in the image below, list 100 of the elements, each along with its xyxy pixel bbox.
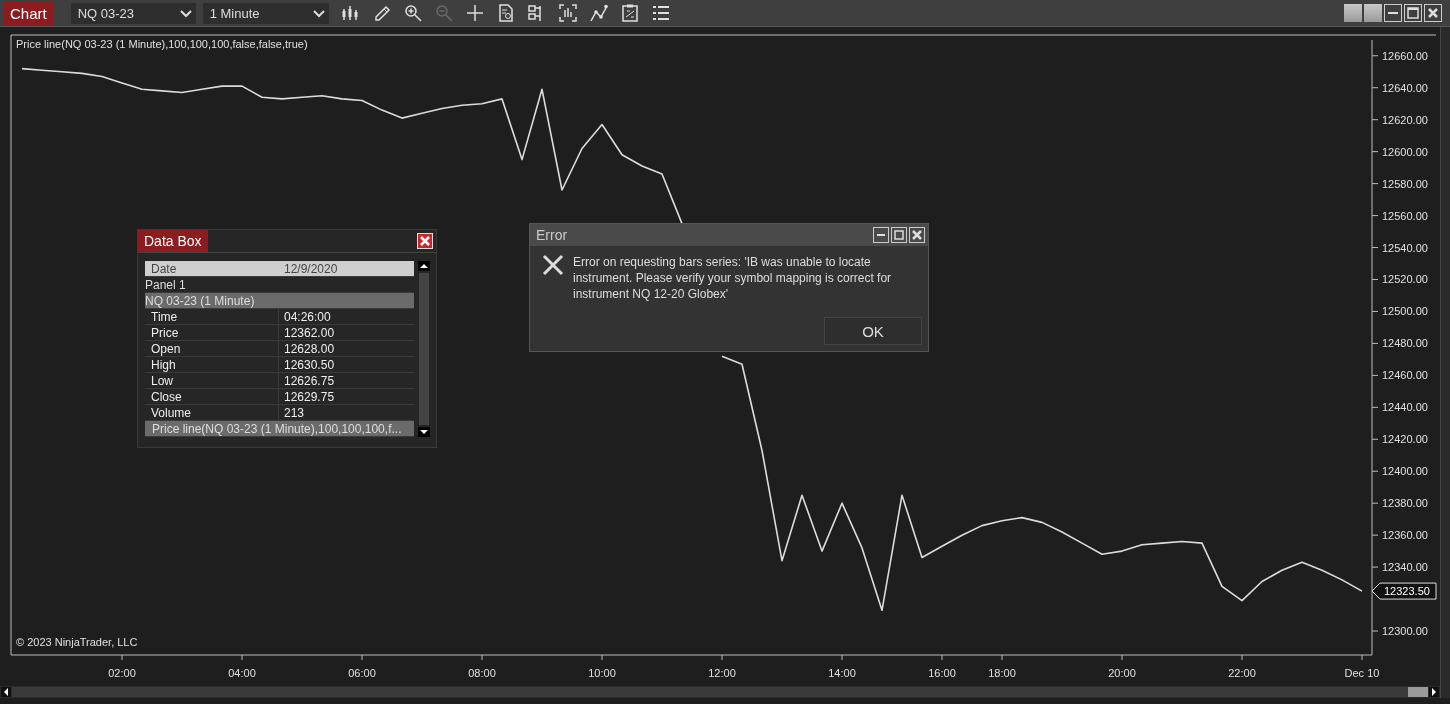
x-axis-label: Dec 10 xyxy=(1344,667,1380,679)
y-axis-label: 12520.00 xyxy=(1382,273,1428,286)
table-cell: Close xyxy=(145,389,279,404)
close-icon xyxy=(419,235,431,247)
close-button[interactable] xyxy=(417,233,433,249)
y-axis-label: 12300.00 xyxy=(1382,625,1428,638)
y-axis-label: 12620.00 xyxy=(1382,113,1428,126)
scroll-up-button[interactable] xyxy=(418,261,430,271)
crosshair-button[interactable] xyxy=(464,3,485,23)
x-axis-label: 12:00 xyxy=(708,667,736,679)
copyright-text: © 2023 NinjaTrader, LLC xyxy=(16,636,138,648)
series-header: NQ 03-23 (1 Minute) xyxy=(145,293,414,309)
y-axis-label: 12660.00 xyxy=(1382,49,1428,62)
candlestick-icon xyxy=(341,4,360,22)
table-cell: Low xyxy=(145,373,279,388)
document-search-icon xyxy=(496,4,515,22)
x-axis-label: 16:00 xyxy=(928,667,956,679)
y-axis-label: 12480.00 xyxy=(1382,337,1428,350)
crosshair-icon xyxy=(465,4,484,22)
minimize-icon xyxy=(1388,12,1398,14)
table-cell-text: 12628.00 xyxy=(283,341,335,356)
indicator-header: Price line(NQ 03-23 (1 Minute),100,100,100,f... xyxy=(145,421,414,437)
x-axis-label: 06:00 xyxy=(348,667,376,679)
maximize-icon xyxy=(1407,7,1419,19)
y-axis-label: 12440.00 xyxy=(1382,401,1428,414)
table-cell-text: 12630.50 xyxy=(283,357,335,372)
maximize-icon xyxy=(894,230,904,240)
y-axis-label: 12640.00 xyxy=(1382,81,1428,94)
x-axis-label: 18:00 xyxy=(988,667,1016,679)
bar-chart-button[interactable] xyxy=(557,3,578,23)
y-axis-label: 12360.00 xyxy=(1382,529,1428,542)
y-axis-label: 12580.00 xyxy=(1382,177,1428,190)
triangle-up-icon xyxy=(420,264,428,268)
minimize-button[interactable] xyxy=(873,227,889,243)
x-axis-label: 02:00 xyxy=(108,667,136,679)
table-cell: Time xyxy=(145,309,279,324)
line-chart-icon xyxy=(589,4,608,22)
close-button[interactable] xyxy=(909,227,925,243)
y-axis-label: 12540.00 xyxy=(1382,241,1428,254)
scrollbar-thumb[interactable] xyxy=(1408,687,1428,697)
maximize-button[interactable] xyxy=(1404,4,1422,22)
y-axis-label: 12340.00 xyxy=(1382,561,1428,574)
window-tile-button[interactable] xyxy=(1364,4,1382,22)
list-button[interactable] xyxy=(650,3,671,23)
close-icon xyxy=(912,230,922,240)
window-tile-button[interactable] xyxy=(1344,4,1362,22)
instrument-dropdown[interactable]: NQ 03-23 xyxy=(70,2,196,24)
table-cell: Open xyxy=(145,341,279,356)
maximize-button[interactable] xyxy=(891,227,907,243)
scroll-down-button[interactable] xyxy=(418,427,430,437)
bar-chart-icon xyxy=(558,4,577,22)
interval-dropdown[interactable]: 1 Minute xyxy=(202,2,329,24)
panel-title: Data Box xyxy=(138,230,208,252)
y-axis-label: 12380.00 xyxy=(1382,497,1428,510)
x-axis-label: 22:00 xyxy=(1228,667,1256,679)
chevron-down-icon xyxy=(179,8,192,18)
scroll-left-button[interactable] xyxy=(1,687,11,697)
triangle-right-icon xyxy=(1431,688,1437,696)
chart-tab[interactable]: Chart xyxy=(3,1,54,25)
indicator-legend: Price line(NQ 03-23 (1 Minute),100,100,100,false,false,true) xyxy=(16,38,308,50)
table-cell-text: 12629.75 xyxy=(283,389,335,404)
zoom-in-button[interactable] xyxy=(402,3,423,23)
x-axis-label: 14:00 xyxy=(828,667,856,679)
table-cell-text: 12362.00 xyxy=(283,325,335,340)
zoom-in-icon xyxy=(403,4,422,22)
table-cell: High xyxy=(145,357,279,372)
y-axis-label: 12600.00 xyxy=(1382,145,1428,158)
x-axis-label: 10:00 xyxy=(588,667,616,679)
candlestick-button[interactable] xyxy=(340,3,361,23)
scrollbar-track[interactable] xyxy=(419,273,429,425)
table-cell-text: 12626.75 xyxy=(283,373,335,388)
x-axis-label: 20:00 xyxy=(1108,667,1136,679)
close-icon xyxy=(1428,8,1438,18)
list-icon xyxy=(651,4,670,22)
table-cell-text: 12/9/2020 xyxy=(283,261,338,276)
triangle-left-icon xyxy=(3,688,9,696)
table-cell: Price xyxy=(145,325,279,340)
error-message: Error on requesting bars series: 'IB was unable to locate instrument. Please verify your symbol mapping is correct for instrument NQ 12-20 Globex' xyxy=(573,254,893,303)
table-cell-text: 04:26:00 xyxy=(283,309,331,324)
panel-header: Panel 1 xyxy=(145,277,414,293)
table-cell-text: 213 xyxy=(283,405,305,420)
x-axis-label: 08:00 xyxy=(468,667,496,679)
error-x-icon xyxy=(542,254,564,276)
y-axis-label: 12420.00 xyxy=(1382,433,1428,446)
y-axis-label: 12560.00 xyxy=(1382,209,1428,222)
scroll-right-button[interactable] xyxy=(1429,687,1439,697)
table-cell-text: Date xyxy=(150,261,178,276)
close-button[interactable] xyxy=(1424,4,1442,22)
clipboard-button[interactable] xyxy=(619,3,640,23)
minimize-icon xyxy=(877,234,885,236)
minimize-button[interactable] xyxy=(1384,4,1402,22)
chevron-down-icon xyxy=(312,8,325,18)
clipboard-icon xyxy=(620,4,639,22)
current-price-marker: 12323.50 xyxy=(1371,582,1437,600)
dialog-title: Error xyxy=(536,227,568,243)
ok-button[interactable]: OK xyxy=(824,317,922,345)
triangle-down-icon xyxy=(420,430,428,434)
line-chart-button[interactable] xyxy=(588,3,609,23)
table-cell: Volume xyxy=(145,405,279,420)
pencil-icon xyxy=(372,4,391,22)
